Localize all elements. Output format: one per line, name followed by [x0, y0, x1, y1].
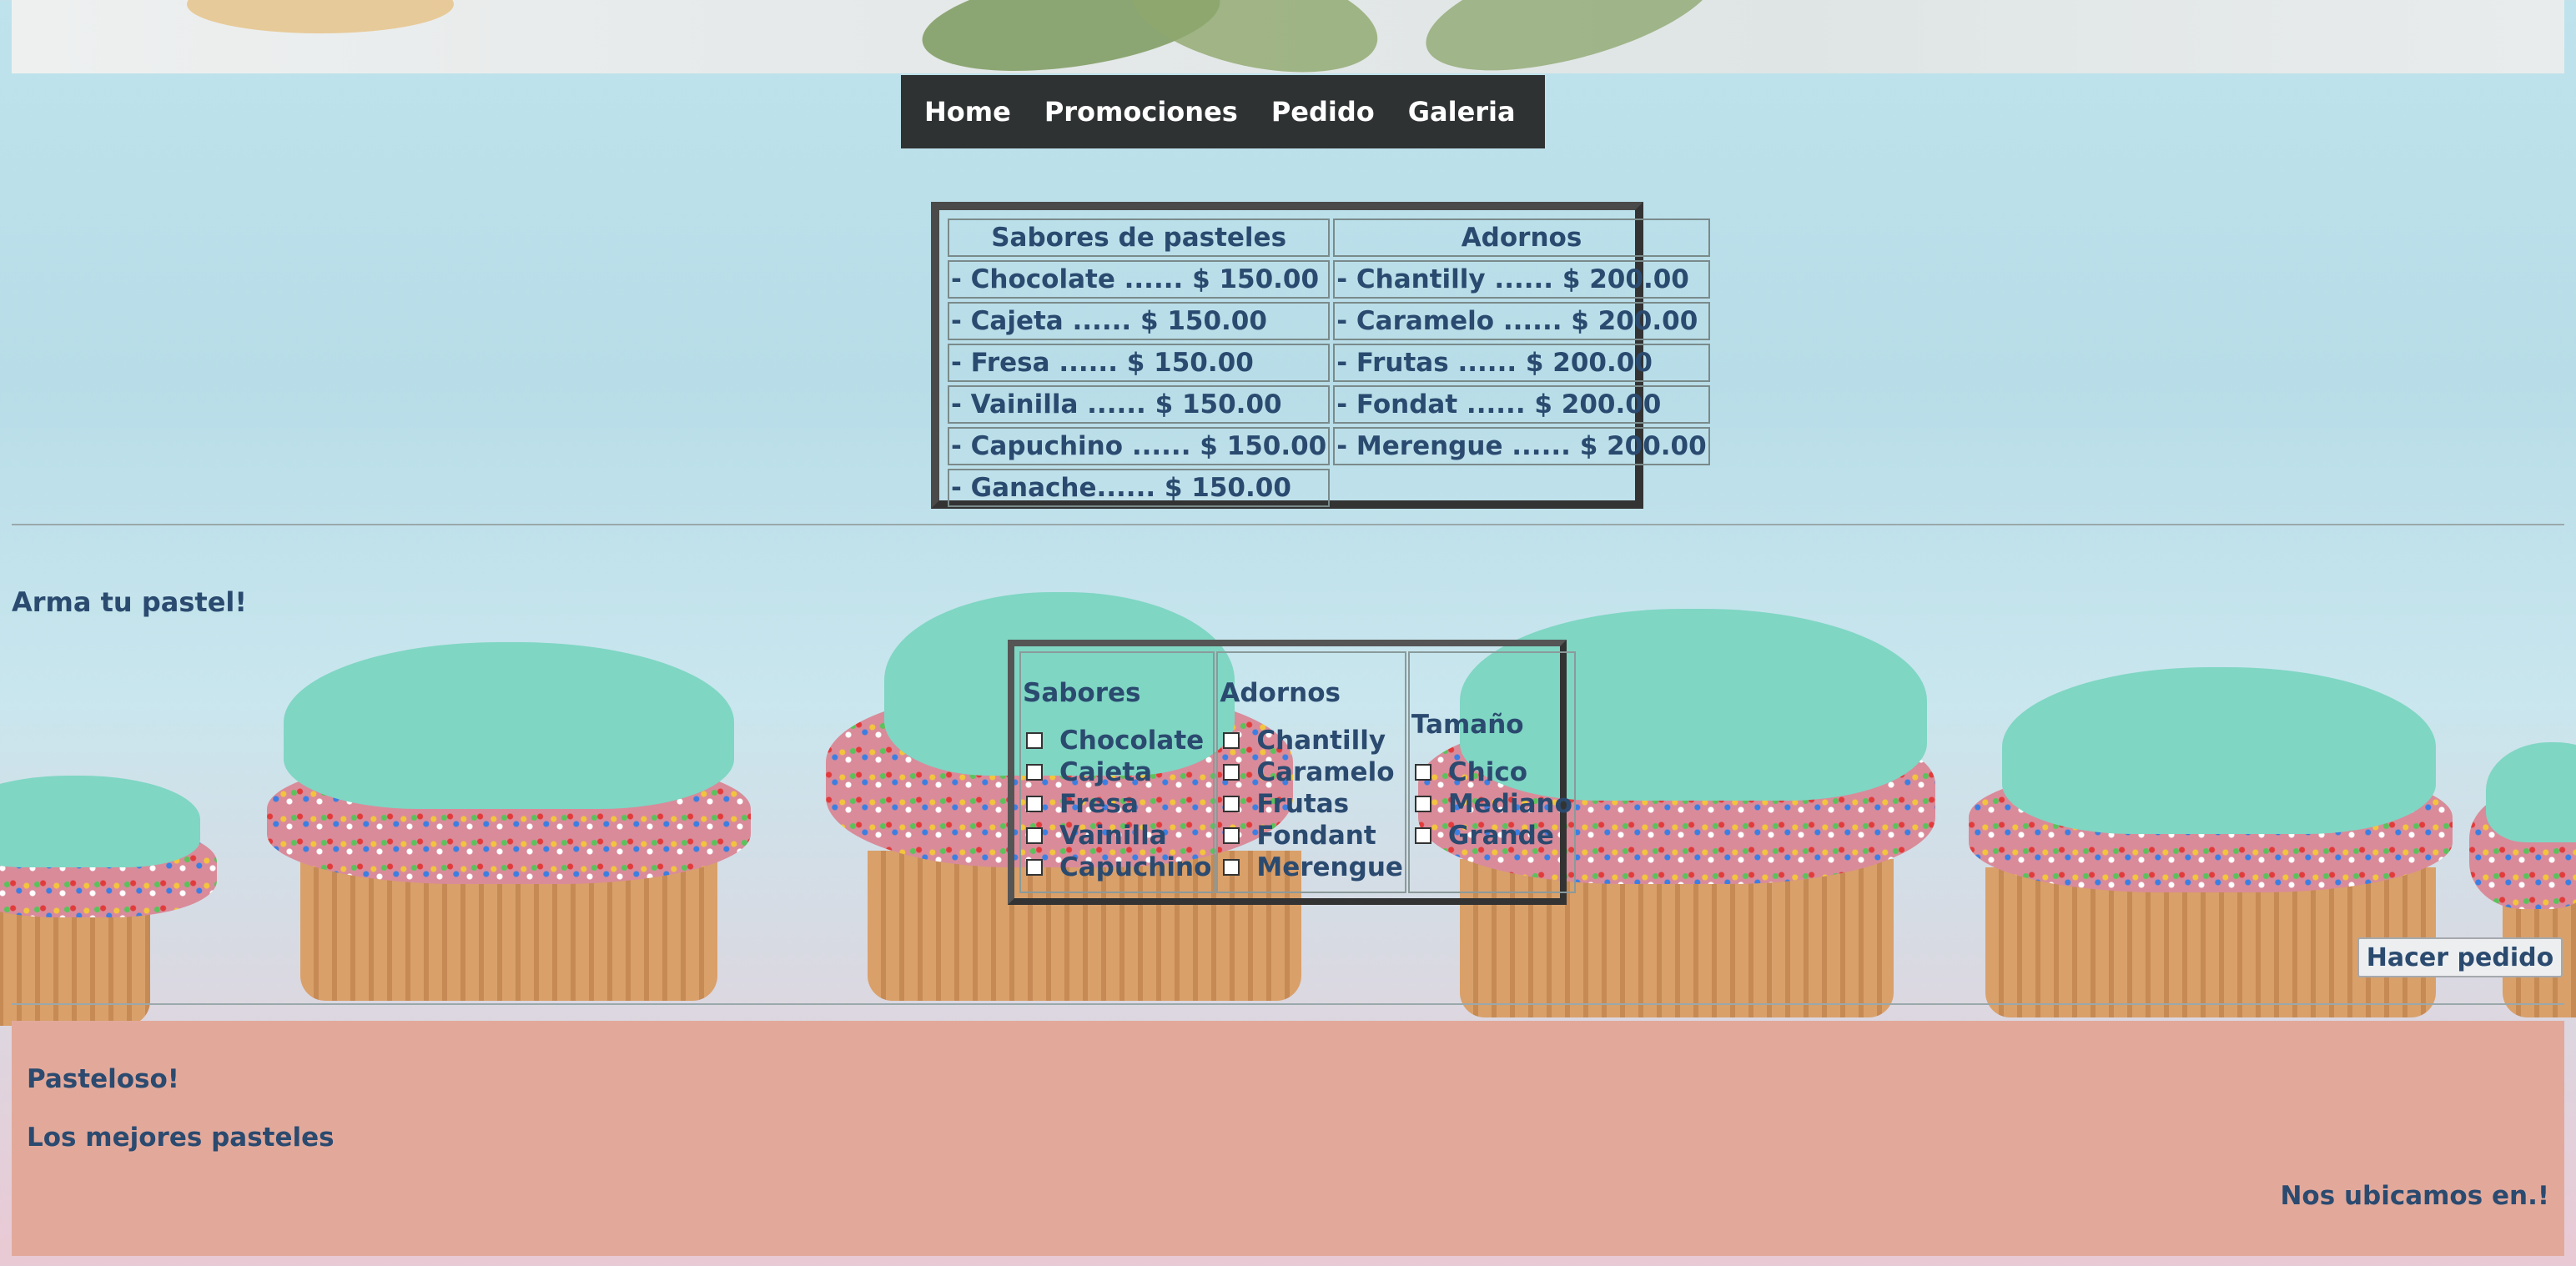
option-frutas[interactable]: Frutas	[1220, 788, 1403, 820]
cookie-decoration	[187, 0, 454, 33]
table-row: - Fresa ...... $ 150.00 - Frutas ...... …	[948, 344, 1710, 382]
checkbox[interactable]	[1223, 859, 1240, 876]
topping-price-cell: - Frutas ...... $ 200.00	[1333, 344, 1710, 382]
tamano-label: Tamaño	[1411, 710, 1524, 740]
tamano-column: Tamaño Chico Mediano Grande	[1407, 651, 1576, 893]
option-vainilla[interactable]: Vainilla	[1023, 820, 1211, 852]
price-table-header-row: Sabores de pasteles Adornos	[948, 219, 1710, 257]
flavor-price-cell: - Vainilla ...... $ 150.00	[948, 385, 1331, 424]
table-row: - Cajeta ...... $ 150.00 - Caramelo ....…	[948, 302, 1710, 340]
adornos-column: Adornos Chantilly Caramelo Frutas Fondan…	[1216, 651, 1406, 893]
order-form-frame: Sabores Chocolate Cajeta Fresa Vainilla …	[1008, 640, 1576, 905]
option-grande[interactable]: Grande	[1411, 820, 1572, 852]
flavor-price-cell: - Cajeta ...... $ 150.00	[948, 302, 1331, 340]
flavor-price-cell: - Ganache...... $ 150.00	[948, 469, 1331, 507]
flavors-header: Sabores de pasteles	[948, 219, 1331, 257]
table-row: - Capuchino ...... $ 150.00 - Merengue .…	[948, 427, 1710, 465]
option-chocolate[interactable]: Chocolate	[1023, 725, 1211, 756]
sabores-column: Sabores Chocolate Cajeta Fresa Vainilla …	[1019, 651, 1215, 893]
main-nav: Home Promociones Pedido Galeria	[901, 75, 1545, 148]
submit-order-button[interactable]: Hacer pedido	[2357, 937, 2563, 977]
nav-pedido-link[interactable]: Pedido	[1263, 96, 1400, 128]
nav-galeria-link[interactable]: Galeria	[1400, 96, 1541, 128]
checkbox[interactable]	[1223, 732, 1240, 749]
topping-price-cell: - Chantilly ...... $ 200.00	[1333, 260, 1710, 299]
option-mediano[interactable]: Mediano	[1411, 788, 1572, 820]
divider	[12, 524, 2564, 525]
checkbox[interactable]	[1026, 859, 1043, 876]
price-table-frame: Sabores de pasteles Adornos - Chocolate …	[931, 202, 1710, 509]
order-form-table: Sabores Chocolate Cajeta Fresa Vainilla …	[1018, 650, 1577, 895]
checkbox[interactable]	[1223, 796, 1240, 812]
checkbox[interactable]	[1414, 796, 1431, 812]
price-table: Sabores de pasteles Adornos - Chocolate …	[944, 215, 1713, 510]
toppings-header: Adornos	[1333, 219, 1710, 257]
divider	[12, 1003, 2564, 1005]
option-merengue[interactable]: Merengue	[1220, 852, 1403, 883]
topping-price-cell: - Caramelo ...... $ 200.00	[1333, 302, 1710, 340]
footer-tagline: Los mejores pasteles	[27, 1123, 335, 1153]
topping-price-cell: - Fondat ...... $ 200.00	[1333, 385, 1710, 424]
table-row: - Vainilla ...... $ 150.00 - Fondat ....…	[948, 385, 1710, 424]
flavor-price-cell: - Capuchino ...... $ 150.00	[948, 427, 1331, 465]
checkbox[interactable]	[1223, 827, 1240, 844]
checkbox[interactable]	[1414, 827, 1431, 844]
builder-title: Arma tu pastel!	[12, 586, 247, 618]
checkbox[interactable]	[1026, 732, 1043, 749]
checkbox[interactable]	[1223, 764, 1240, 781]
leaf-decoration	[1413, 0, 1730, 73]
footer-brand: Pasteloso!	[27, 1064, 179, 1094]
nav-promociones-link[interactable]: Promociones	[1036, 96, 1263, 128]
option-chantilly[interactable]: Chantilly	[1220, 725, 1403, 756]
table-row: - Chocolate ...... $ 150.00 - Chantilly …	[948, 260, 1710, 299]
option-chico[interactable]: Chico	[1411, 756, 1572, 788]
footer-location: Nos ubicamos en.!	[2280, 1181, 2549, 1211]
nav-home-link[interactable]: Home	[916, 96, 1036, 128]
topping-price-cell	[1333, 469, 1709, 507]
option-fresa[interactable]: Fresa	[1023, 788, 1211, 820]
adornos-label: Adornos	[1220, 678, 1341, 708]
header-banner-image	[12, 0, 2564, 73]
flavor-price-cell: - Fresa ...... $ 150.00	[948, 344, 1331, 382]
checkbox[interactable]	[1414, 764, 1431, 781]
sabores-label: Sabores	[1023, 678, 1141, 708]
flavor-price-cell: - Chocolate ...... $ 150.00	[948, 260, 1331, 299]
checkbox[interactable]	[1026, 764, 1043, 781]
option-fondant[interactable]: Fondant	[1220, 820, 1403, 852]
footer: Pasteloso! Los mejores pasteles Nos ubic…	[12, 1021, 2564, 1256]
option-capuchino[interactable]: Capuchino	[1023, 852, 1211, 883]
option-caramelo[interactable]: Caramelo	[1220, 756, 1403, 788]
checkbox[interactable]	[1026, 796, 1043, 812]
table-row: - Ganache...... $ 150.00	[948, 469, 1710, 507]
checkbox[interactable]	[1026, 827, 1043, 844]
topping-price-cell: - Merengue ...... $ 200.00	[1333, 427, 1710, 465]
option-cajeta[interactable]: Cajeta	[1023, 756, 1211, 788]
